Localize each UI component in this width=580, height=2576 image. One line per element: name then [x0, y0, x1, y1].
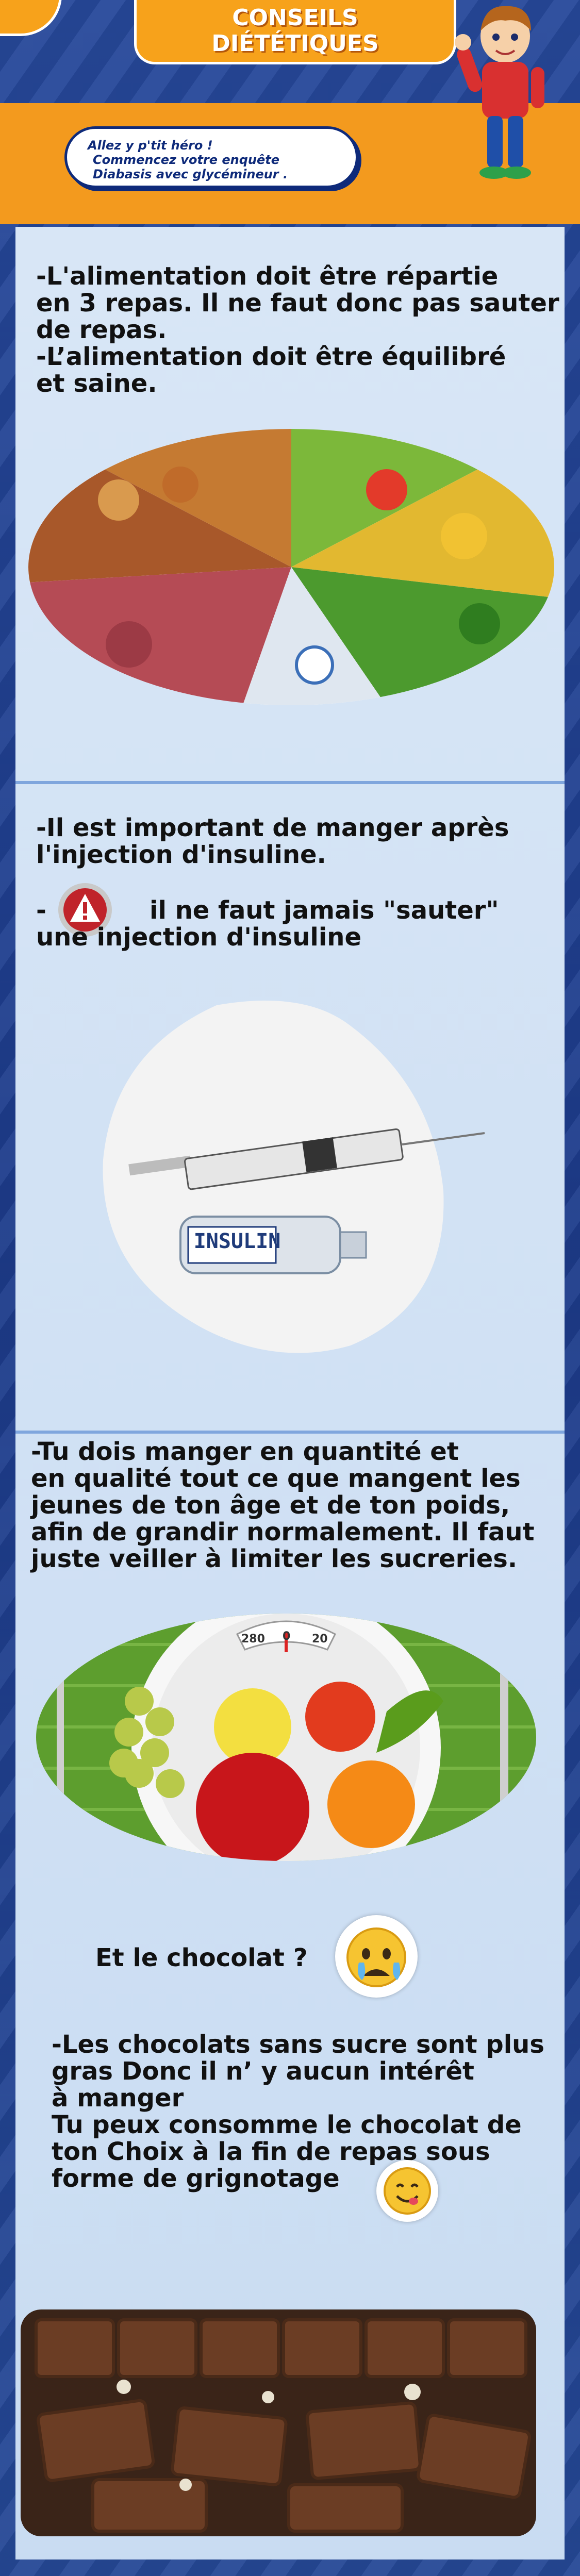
insuline-line-1: -Il est important de manger après [36, 813, 509, 842]
yum-face-bubble [376, 2160, 438, 2222]
quantite-line-4: afin de grandir normalement. Il faut [31, 1518, 535, 1547]
food-plate-photo [28, 429, 554, 705]
cartoon-boy-illustration [455, 6, 544, 179]
scale-number-20: 20 [312, 1633, 328, 1646]
repas-line-3: de repas. [36, 315, 167, 344]
crying-face-icon [346, 1927, 406, 1987]
section-divider-1 [15, 781, 565, 784]
title-line-1: CONSEILS [232, 5, 358, 31]
bubble-line-2: Commencez votre enquête [93, 153, 280, 167]
insulin-vial-label: INSULIN [193, 1229, 281, 1253]
chocolate-photo [21, 2309, 536, 2536]
section-divider-2 [15, 1431, 565, 1434]
repas-line-4: -L’alimentation doit être équilibré [36, 342, 506, 371]
warning-line-1: il ne faut jamais "sauter" [150, 896, 499, 925]
corner-decoration [0, 0, 62, 36]
chocolat-line-4: Tu peux consomme le chocolat de [52, 2110, 522, 2139]
repas-line-2: en 3 repas. Il ne faut donc pas sauter [36, 289, 559, 318]
scale-number-0: 0 [283, 1630, 291, 1643]
crying-face-bubble [335, 1915, 418, 1998]
title-line-2: DIÉTÉTIQUES [211, 30, 379, 57]
chocolat-question: Et le chocolat ? [95, 1943, 308, 1972]
quantite-line-5: juste veiller à limiter les sucreries. [31, 1544, 518, 1573]
chocolat-line-2: gras Donc il n’ y aucun intérêt [52, 2057, 474, 2086]
insuline-line-2: l'injection d'insuline. [36, 840, 326, 869]
content-panel: -L'alimentation doit être répartie en 3 … [15, 227, 565, 2560]
insulin-syringe-photo [103, 1001, 485, 1353]
bubble-line-1: Allez y p'tit héro ! [88, 138, 213, 153]
repas-line-5: et saine. [36, 369, 157, 398]
fruit-scale-photo [36, 1614, 536, 1861]
quantite-line-3: jeunes de ton âge et de ton poids, [31, 1491, 510, 1520]
chocolat-line-3: à manger [52, 2084, 184, 2113]
title-banner: CONSEILS DIÉTÉTIQUES [134, 0, 456, 64]
repas-line-1: -L'alimentation doit être répartie [36, 262, 499, 291]
chocolat-line-1: -Les chocolats sans sucre sont plus [52, 2030, 544, 2059]
warning-prefix: - [36, 896, 46, 925]
chocolat-line-6: forme de grignotage [52, 2164, 340, 2193]
quantite-line-2: en qualité tout ce que mangent les [31, 1464, 521, 1493]
quantite-line-1: -Tu dois manger en quantité et [31, 1437, 459, 1466]
speech-bubble: Allez y p'tit héro ! Commencez votre enq… [64, 126, 358, 188]
scale-number-280: 280 [241, 1633, 265, 1646]
warning-line-2: une injection d'insuline [36, 923, 362, 952]
header: CONSEILS DIÉTÉTIQUES Allez y p'tit héro … [0, 0, 580, 227]
yum-face-icon [384, 2167, 431, 2215]
bubble-line-3: Diabasis avec glycémineur . [93, 167, 288, 181]
